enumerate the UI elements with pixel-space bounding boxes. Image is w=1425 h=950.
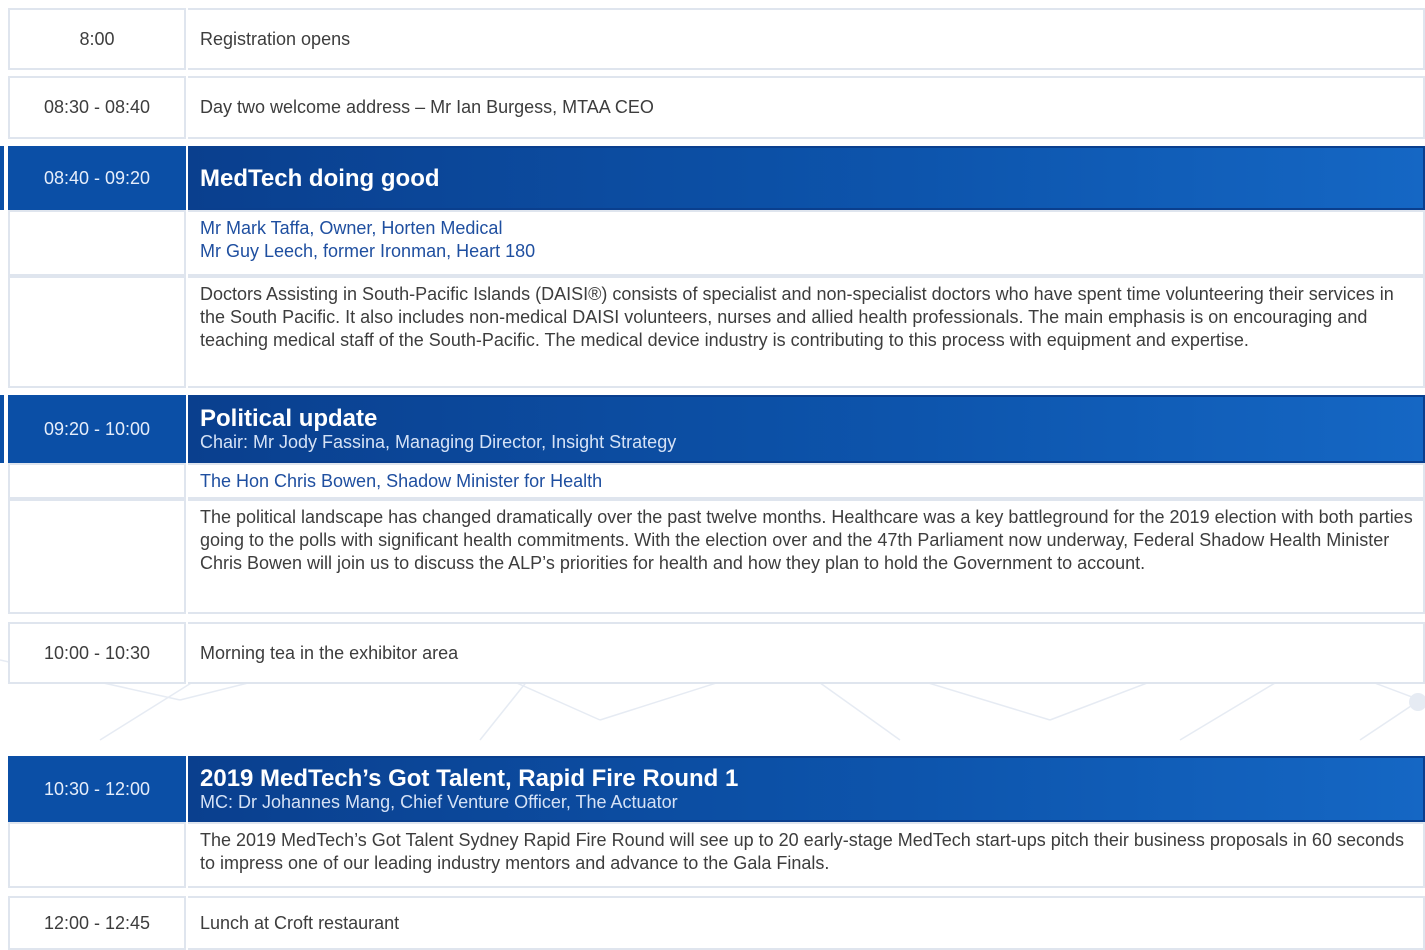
event-cell: Day two welcome address – Mr Ian Burgess…: [188, 76, 1425, 139]
time-cell: 8:00: [8, 8, 186, 70]
schedule-block-midday: 10:30 - 12:00 2019 MedTech’s Got Talent,…: [8, 756, 1425, 950]
session-header-row: 10:30 - 12:00 2019 MedTech’s Got Talent,…: [8, 756, 1425, 822]
description-row: The 2019 MedTech’s Got Talent Sydney Rap…: [8, 822, 1425, 888]
time-cell: 08:40 - 09:20: [8, 146, 186, 210]
time-cell: 10:30 - 12:00: [8, 756, 186, 822]
schedule-row: 08:30 - 08:40 Day two welcome address – …: [8, 76, 1425, 139]
time-cell-empty: [8, 210, 186, 276]
event-text: Registration opens: [200, 28, 351, 49]
session-header-cell: 2019 MedTech’s Got Talent, Rapid Fire Ro…: [188, 756, 1425, 822]
description-row: The political landscape has changed dram…: [8, 499, 1425, 614]
left-accent: [0, 146, 4, 210]
speakers-cell: Mr Mark Taffa, Owner, Horten Medical Mr …: [188, 210, 1425, 276]
session-header-row: 08:40 - 09:20 MedTech doing good: [8, 146, 1425, 210]
session-title: MedTech doing good: [200, 164, 440, 192]
speakers-row: Mr Mark Taffa, Owner, Horten Medical Mr …: [8, 210, 1425, 276]
schedule-row: 8:00 Registration opens: [8, 8, 1425, 70]
description-cell: The 2019 MedTech’s Got Talent Sydney Rap…: [188, 822, 1425, 888]
time-cell-empty: [8, 499, 186, 614]
speakers-cell: The Hon Chris Bowen, Shadow Minister for…: [188, 463, 1425, 499]
schedule-row: 10:00 - 10:30 Morning tea in the exhibit…: [8, 622, 1425, 684]
session-chair: Chair: Mr Jody Fassina, Managing Directo…: [200, 432, 677, 452]
speaker-name: The Hon Chris Bowen, Shadow Minister for…: [200, 470, 603, 491]
session-description: Doctors Assisting in South-Pacific Islan…: [200, 284, 1394, 350]
session-header-row: 09:20 - 10:00 Political update Chair: Mr…: [8, 395, 1425, 463]
speakers-row: The Hon Chris Bowen, Shadow Minister for…: [8, 463, 1425, 499]
session-header-cell: Political update Chair: Mr Jody Fassina,…: [188, 395, 1425, 463]
speaker-name: Mr Mark Taffa, Owner, Horten Medical: [200, 218, 503, 238]
time-cell-empty: [8, 463, 186, 499]
description-row: Doctors Assisting in South-Pacific Islan…: [8, 276, 1425, 388]
session-description: The 2019 MedTech’s Got Talent Sydney Rap…: [200, 830, 1404, 873]
time-cell: 12:00 - 12:45: [8, 896, 186, 950]
event-cell: Morning tea in the exhibitor area: [188, 622, 1425, 684]
time-cell: 10:00 - 10:30: [8, 622, 186, 684]
time-cell-empty: [8, 276, 186, 388]
description-cell: The political landscape has changed dram…: [188, 499, 1425, 614]
event-text: Morning tea in the exhibitor area: [200, 642, 459, 663]
description-cell: Doctors Assisting in South-Pacific Islan…: [188, 276, 1425, 388]
session-title: 2019 MedTech’s Got Talent, Rapid Fire Ro…: [200, 765, 739, 792]
time-cell: 08:30 - 08:40: [8, 76, 186, 139]
event-text: Lunch at Croft restaurant: [200, 912, 400, 933]
session-header-cell: MedTech doing good: [188, 146, 1425, 210]
session-description: The political landscape has changed dram…: [200, 507, 1413, 573]
event-text: Day two welcome address – Mr Ian Burgess…: [200, 97, 654, 117]
event-cell: Registration opens: [188, 8, 1425, 70]
session-chair: MC: Dr Johannes Mang, Chief Venture Offi…: [200, 792, 678, 812]
session-title: Political update: [200, 405, 378, 432]
time-cell: 09:20 - 10:00: [8, 395, 186, 463]
speaker-name: Mr Guy Leech, former Ironman, Heart 180: [200, 241, 536, 261]
time-cell-empty: [8, 822, 186, 888]
left-accent: [0, 395, 4, 463]
schedule-block-morning: 8:00 Registration opens 08:30 - 08:40 Da…: [8, 8, 1425, 684]
schedule-row: 12:00 - 12:45 Lunch at Croft restaurant: [8, 896, 1425, 950]
event-cell: Lunch at Croft restaurant: [188, 896, 1425, 950]
